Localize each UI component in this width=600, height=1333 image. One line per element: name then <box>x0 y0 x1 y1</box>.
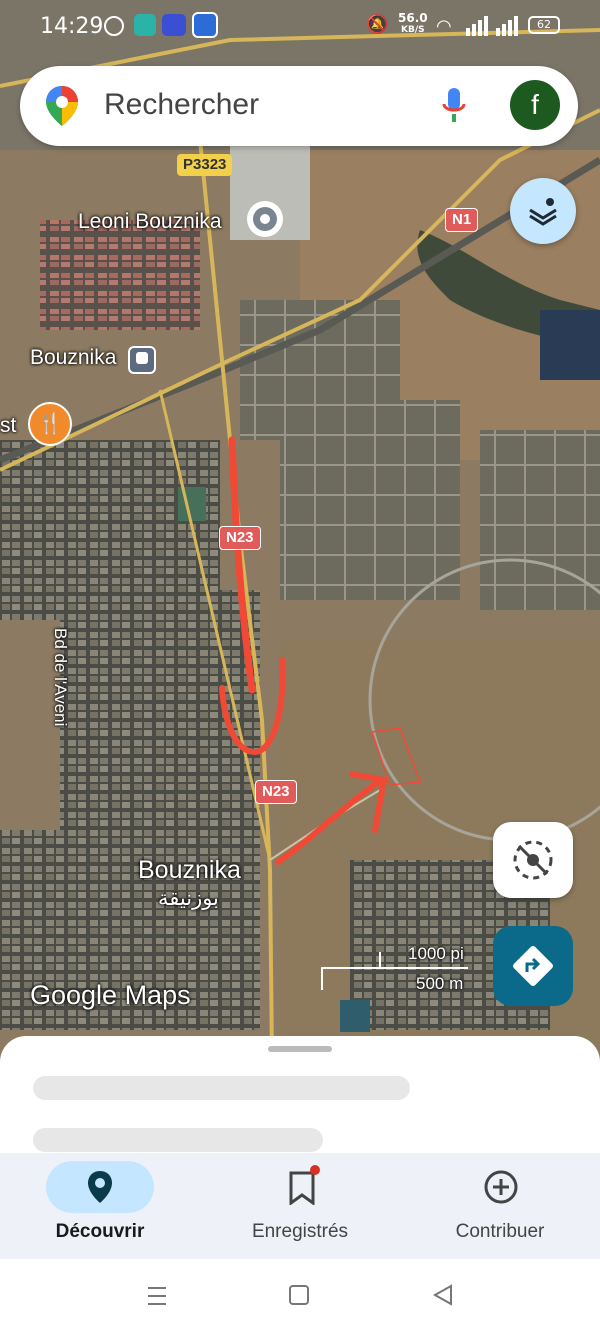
search-input[interactable]: Rechercher <box>104 88 259 122</box>
fan-icon <box>104 16 124 36</box>
street-label: Bd de l'Aveni <box>51 628 70 727</box>
scale-feet: 1000 pi <box>408 944 464 963</box>
app-notification-icon <box>134 14 156 36</box>
layers-icon <box>529 198 557 226</box>
bottom-sheet[interactable] <box>0 1036 600 1166</box>
location-disabled-icon <box>513 840 553 880</box>
wifi-icon: ◠ <box>436 16 452 37</box>
bottom-navigation: Découvrir Enregistrés Contribuer <box>0 1153 600 1259</box>
search-bar[interactable]: Rechercher f <box>20 66 578 146</box>
tab-label: Découvrir <box>55 1221 145 1242</box>
train-station-icon[interactable] <box>128 346 156 374</box>
my-location-button[interactable] <box>493 822 573 898</box>
place-pin-icon <box>86 1169 114 1210</box>
restaurant-icon[interactable]: 🍴 <box>28 402 72 446</box>
place-marker-icon[interactable] <box>247 201 283 237</box>
loading-placeholder <box>33 1128 323 1152</box>
avatar[interactable]: f <box>510 80 560 130</box>
tab-contribuer[interactable]: Contribuer <box>400 1153 600 1259</box>
signal-icon <box>466 14 520 40</box>
road-badge-p3323: P3323 <box>177 154 233 176</box>
app-notification-icon <box>162 14 186 36</box>
google-maps-logo: Google Maps <box>30 980 191 1010</box>
battery-level: 62 <box>537 18 551 31</box>
back-icon[interactable] <box>432 1284 454 1311</box>
network-speed: 56.0 KB/S <box>398 12 428 36</box>
network-speed-unit: KB/S <box>401 25 425 35</box>
map-view[interactable]: P3323 N1 N23 N23 Leoni Bouznika Bouznika… <box>0 0 600 1060</box>
poi-label-leoni[interactable]: Leoni Bouznika <box>78 210 222 234</box>
bookmark-icon <box>288 1171 316 1210</box>
road-badge-n23: N23 <box>219 526 261 550</box>
add-circle-icon <box>483 1169 519 1210</box>
tab-label: Enregistrés <box>251 1221 349 1242</box>
satellite-map[interactable] <box>0 0 600 1060</box>
status-time: 14:29 <box>40 14 104 39</box>
city-label[interactable]: Bouznika <box>138 856 241 885</box>
notification-dot <box>310 1165 320 1175</box>
app-notification-icon <box>192 12 218 38</box>
mute-bell-icon: 🔕 <box>366 14 389 35</box>
network-speed-value: 56.0 <box>398 11 428 25</box>
home-icon[interactable] <box>289 1285 309 1305</box>
scale-meters: 500 m <box>416 974 464 993</box>
microphone-icon[interactable] <box>442 88 466 129</box>
directions-icon <box>513 946 553 986</box>
restaurant-label[interactable]: st <box>0 414 16 438</box>
sheet-drag-handle[interactable] <box>268 1046 332 1052</box>
city-label-arabic: بوزنيقة <box>158 886 219 910</box>
recents-icon[interactable] <box>146 1285 168 1312</box>
directions-button[interactable] <box>493 926 573 1006</box>
status-bar: 14:29 🔕 56.0 KB/S ◠ 62 <box>0 0 600 52</box>
battery-icon: 62 <box>528 16 560 34</box>
loading-placeholder <box>33 1076 410 1100</box>
layers-button[interactable] <box>510 178 576 244</box>
station-label[interactable]: Bouznika <box>30 346 116 370</box>
system-navigation-bar <box>0 1259 600 1333</box>
road-badge-n1: N1 <box>445 208 479 232</box>
road-badge-n23: N23 <box>255 780 297 804</box>
tab-label: Contribuer <box>455 1221 545 1242</box>
tab-enregistres[interactable]: Enregistrés <box>200 1153 400 1259</box>
maps-pin-logo-icon <box>44 84 80 133</box>
tab-decouvrir[interactable]: Découvrir <box>0 1153 200 1259</box>
